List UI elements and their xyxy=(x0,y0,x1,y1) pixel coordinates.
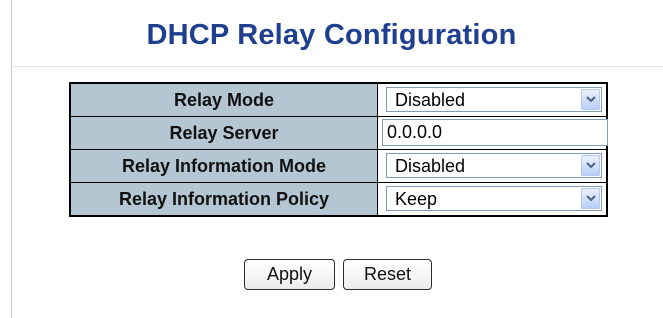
row-relay-server: Relay Server 0.0.0.0 xyxy=(69,116,608,150)
apply-button[interactable]: Apply xyxy=(244,259,335,290)
relay-mode-value: Disabled xyxy=(395,90,466,110)
reset-button[interactable]: Reset xyxy=(343,259,432,290)
relay-config-table: Relay Mode Disabled Relay Server 0.0.0.0… xyxy=(69,82,608,217)
page-title: DHCP Relay Configuration xyxy=(146,19,517,51)
relay-server-label: Relay Server xyxy=(69,116,378,150)
chevron-down-icon[interactable] xyxy=(581,155,600,176)
title-divider xyxy=(12,66,663,67)
relay-server-input[interactable]: 0.0.0.0 xyxy=(382,119,608,146)
relay-mode-cell: Disabled xyxy=(377,82,608,117)
row-relay-mode: Relay Mode Disabled xyxy=(69,82,608,117)
relay-information-mode-cell: Disabled xyxy=(377,149,608,183)
relay-mode-label: Relay Mode xyxy=(69,82,378,117)
relay-information-policy-label: Relay Information Policy xyxy=(69,182,378,217)
row-relay-information-policy: Relay Information Policy Keep xyxy=(69,182,608,217)
row-relay-information-mode: Relay Information Mode Disabled xyxy=(69,149,608,183)
relay-information-mode-label: Relay Information Mode xyxy=(69,149,378,183)
chevron-down-icon[interactable] xyxy=(581,188,600,209)
relay-information-mode-select[interactable]: Disabled xyxy=(386,153,602,178)
relay-information-mode-value: Disabled xyxy=(395,156,466,176)
relay-information-policy-value: Keep xyxy=(395,189,438,209)
relay-server-value: 0.0.0.0 xyxy=(387,122,443,142)
relay-information-policy-cell: Keep xyxy=(377,182,608,217)
relay-information-policy-select[interactable]: Keep xyxy=(386,186,602,211)
chevron-down-icon[interactable] xyxy=(581,89,600,110)
relay-mode-select[interactable]: Disabled xyxy=(386,87,602,112)
relay-server-cell: 0.0.0.0 xyxy=(377,116,608,150)
